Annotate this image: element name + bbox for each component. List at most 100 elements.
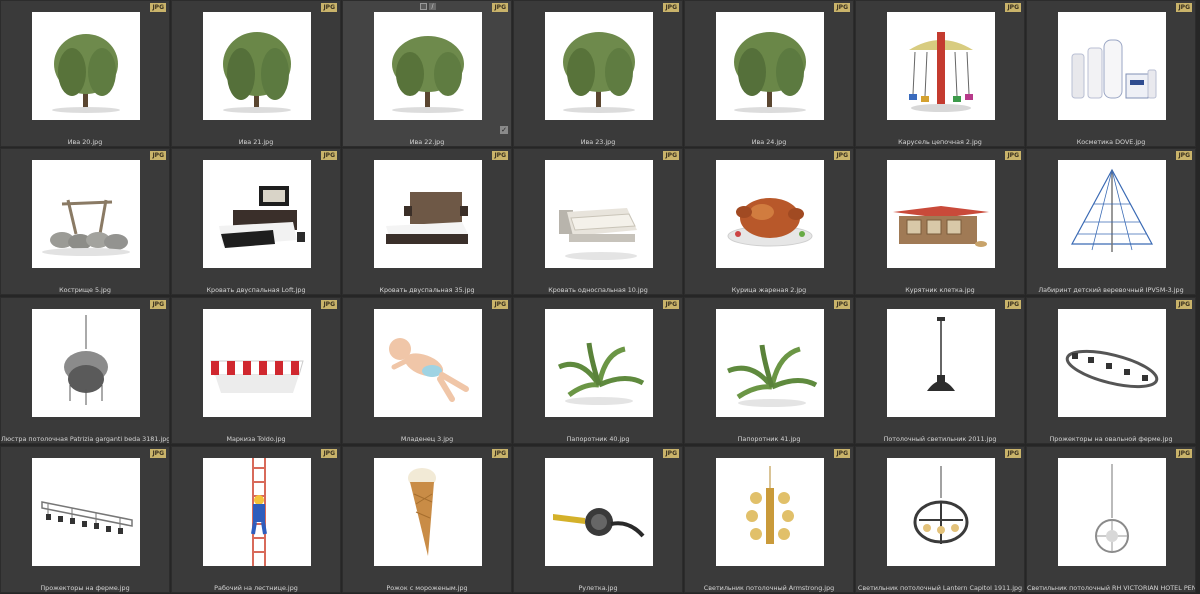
- crystal-pendant-icon: [1058, 458, 1166, 566]
- thumbnail-item[interactable]: JPG Люстра потолочная Patrizia garganti …: [0, 297, 170, 444]
- edit-pencil-icon[interactable]: /: [429, 3, 436, 10]
- ice-cream-cone-icon: [374, 458, 482, 566]
- thumbnail-item[interactable]: JPG Лабиринт детский веревочный IPV5M-3.…: [1026, 148, 1196, 295]
- fern-icon: [716, 309, 824, 417]
- jpg-badge: JPG: [663, 300, 679, 309]
- carousel-icon: [887, 12, 995, 120]
- thumbnail-item[interactable]: JPG Ива 20.jpg: [0, 0, 170, 147]
- lantern-chandelier-icon: [887, 458, 995, 566]
- thumbnail-item[interactable]: JPG Светильник потолочный Lantern Capito…: [855, 446, 1025, 593]
- light-truss-icon: [32, 458, 140, 566]
- single-bed-icon: [545, 160, 653, 268]
- thumbnail-caption: Прожекторы на овальной ферме.jpg: [1049, 435, 1173, 443]
- thumbnail-item[interactable]: JPG Кровать двуспальная 35.jpg: [342, 148, 512, 295]
- thumbnail-item[interactable]: JPG Ива 24.jpg: [684, 0, 854, 147]
- brass-chandelier-icon: [716, 458, 824, 566]
- thumbnail-item[interactable]: JPG Светильник потолочный Armstrong.jpg: [684, 446, 854, 593]
- thumbnail-item[interactable]: JPG Рожок с мороженым.jpg: [342, 446, 512, 593]
- thumbnail-caption: Светильник потолочный Lantern Capitol 19…: [857, 584, 1023, 592]
- jpg-badge: JPG: [150, 3, 166, 12]
- thumbnail-item[interactable]: JPG Курятник клетка.jpg: [855, 148, 1025, 295]
- thumbnail-item[interactable]: JPG Кровать односпальная 10.jpg: [513, 148, 683, 295]
- jpg-badge: JPG: [1176, 300, 1192, 309]
- thumbnail-caption: Прожекторы на ферме.jpg: [40, 584, 130, 592]
- jpg-badge: JPG: [1176, 449, 1192, 458]
- thumbnail-item[interactable]: / JPG ✓ Ива 22.jpg: [342, 0, 512, 147]
- chicken-coop-icon: [887, 160, 995, 268]
- thumbnail-item[interactable]: JPG Косметика DOVE.jpg: [1026, 0, 1196, 147]
- jpg-badge: JPG: [1176, 151, 1192, 160]
- thumbnail-caption: Ива 20.jpg: [67, 138, 103, 146]
- jpg-badge: JPG: [321, 3, 337, 12]
- checkbox-icon[interactable]: ✓: [500, 126, 508, 134]
- rope-pyramid-icon: [1058, 160, 1166, 268]
- thumbnail-item[interactable]: JPG Кровать двуспальная Loft.jpg: [171, 148, 341, 295]
- willow-tree-icon: [203, 12, 311, 120]
- thumbnail-caption: Маркиза Toldo.jpg: [226, 435, 286, 443]
- thumbnail-caption: Ива 22.jpg: [409, 138, 445, 146]
- thumbnail-item[interactable]: JPG Младенец 3.jpg: [342, 297, 512, 444]
- jpg-badge: JPG: [321, 449, 337, 458]
- jpg-badge: JPG: [1005, 449, 1021, 458]
- thumbnail-caption: Карусель цепочная 2.jpg: [898, 138, 982, 146]
- thumbnail-item[interactable]: JPG Курица жареная 2.jpg: [684, 148, 854, 295]
- thumbnail-caption: Люстра потолочная Patrizia garganti beda…: [1, 435, 169, 443]
- oval-truss-icon: [1058, 309, 1166, 417]
- thumbnail-item[interactable]: JPG Ива 23.jpg: [513, 0, 683, 147]
- jpg-badge: JPG: [492, 300, 508, 309]
- jpg-badge: JPG: [663, 449, 679, 458]
- campfire-stones-icon: [32, 160, 140, 268]
- select-square-icon[interactable]: [420, 3, 427, 10]
- thumbnail-caption: Папоротник 41.jpg: [737, 435, 801, 443]
- thumbnail-item[interactable]: JPG Светильник потолочный RH VICTORIAN H…: [1026, 446, 1196, 593]
- jpg-badge: JPG: [492, 3, 508, 12]
- jpg-badge: JPG: [1005, 300, 1021, 309]
- thumbnail-item[interactable]: JPG Папоротник 40.jpg: [513, 297, 683, 444]
- willow-tree-icon: [545, 12, 653, 120]
- fern-icon: [545, 309, 653, 417]
- thumbnail-item[interactable]: JPG Ива 21.jpg: [171, 0, 341, 147]
- thumbnail-caption: Рожок с мороженым.jpg: [386, 584, 468, 592]
- thumbnail-caption: Кострище 5.jpg: [59, 286, 111, 294]
- thumbnail-caption: Рабочий на лестнице.jpg: [214, 584, 298, 592]
- thumbnail-caption: Потолочный светильник 2011.jpg: [883, 435, 997, 443]
- thumbnail-caption: Кровать двуспальная Loft.jpg: [206, 286, 306, 294]
- thumbnail-item[interactable]: JPG Карусель цепочная 2.jpg: [855, 0, 1025, 147]
- thumbnail-item[interactable]: JPG Маркиза Toldo.jpg: [171, 297, 341, 444]
- jpg-badge: JPG: [150, 300, 166, 309]
- roast-chicken-icon: [716, 160, 824, 268]
- jpg-badge: JPG: [834, 300, 850, 309]
- thumbnail-item[interactable]: JPG Потолочный светильник 2011.jpg: [855, 297, 1025, 444]
- thumbnail-caption: Косметика DOVE.jpg: [1076, 138, 1146, 146]
- willow-tree-icon: [716, 12, 824, 120]
- thumbnail-item[interactable]: JPG Прожекторы на овальной ферме.jpg: [1026, 297, 1196, 444]
- cosmetics-bottles-icon: [1058, 12, 1166, 120]
- tape-measure-icon: [545, 458, 653, 566]
- jpg-badge: JPG: [492, 151, 508, 160]
- jpg-badge: JPG: [663, 151, 679, 160]
- jpg-badge: JPG: [834, 3, 850, 12]
- jpg-badge: JPG: [834, 449, 850, 458]
- thumbnail-caption: Ива 21.jpg: [238, 138, 274, 146]
- jpg-badge: JPG: [321, 300, 337, 309]
- striped-awning-icon: [203, 309, 311, 417]
- jpg-badge: JPG: [150, 151, 166, 160]
- thumbnail-item[interactable]: JPG Прожекторы на ферме.jpg: [0, 446, 170, 593]
- thumbnail-item[interactable]: JPG Рулетка.jpg: [513, 446, 683, 593]
- thumbnail-caption: Светильник потолочный Armstrong.jpg: [703, 584, 835, 592]
- double-bed-icon: [203, 160, 311, 268]
- thumbnail-item[interactable]: JPG Кострище 5.jpg: [0, 148, 170, 295]
- thumbnail-caption: Ива 23.jpg: [580, 138, 616, 146]
- thumbnail-caption: Ива 24.jpg: [751, 138, 787, 146]
- thumbnail-item[interactable]: JPG Рабочий на лестнице.jpg: [171, 446, 341, 593]
- worker-ladder-icon: [203, 458, 311, 566]
- thumbnail-caption: Кровать односпальная 10.jpg: [548, 286, 648, 294]
- thumbnail-caption: Младенец 3.jpg: [400, 435, 454, 443]
- jpg-badge: JPG: [492, 449, 508, 458]
- jpg-badge: JPG: [321, 151, 337, 160]
- jpg-badge: JPG: [150, 449, 166, 458]
- willow-tree-icon: [374, 12, 482, 120]
- thumbnail-item[interactable]: JPG Папоротник 41.jpg: [684, 297, 854, 444]
- thumbnail-caption: Рулетка.jpg: [578, 584, 618, 592]
- double-bed-icon: [374, 160, 482, 268]
